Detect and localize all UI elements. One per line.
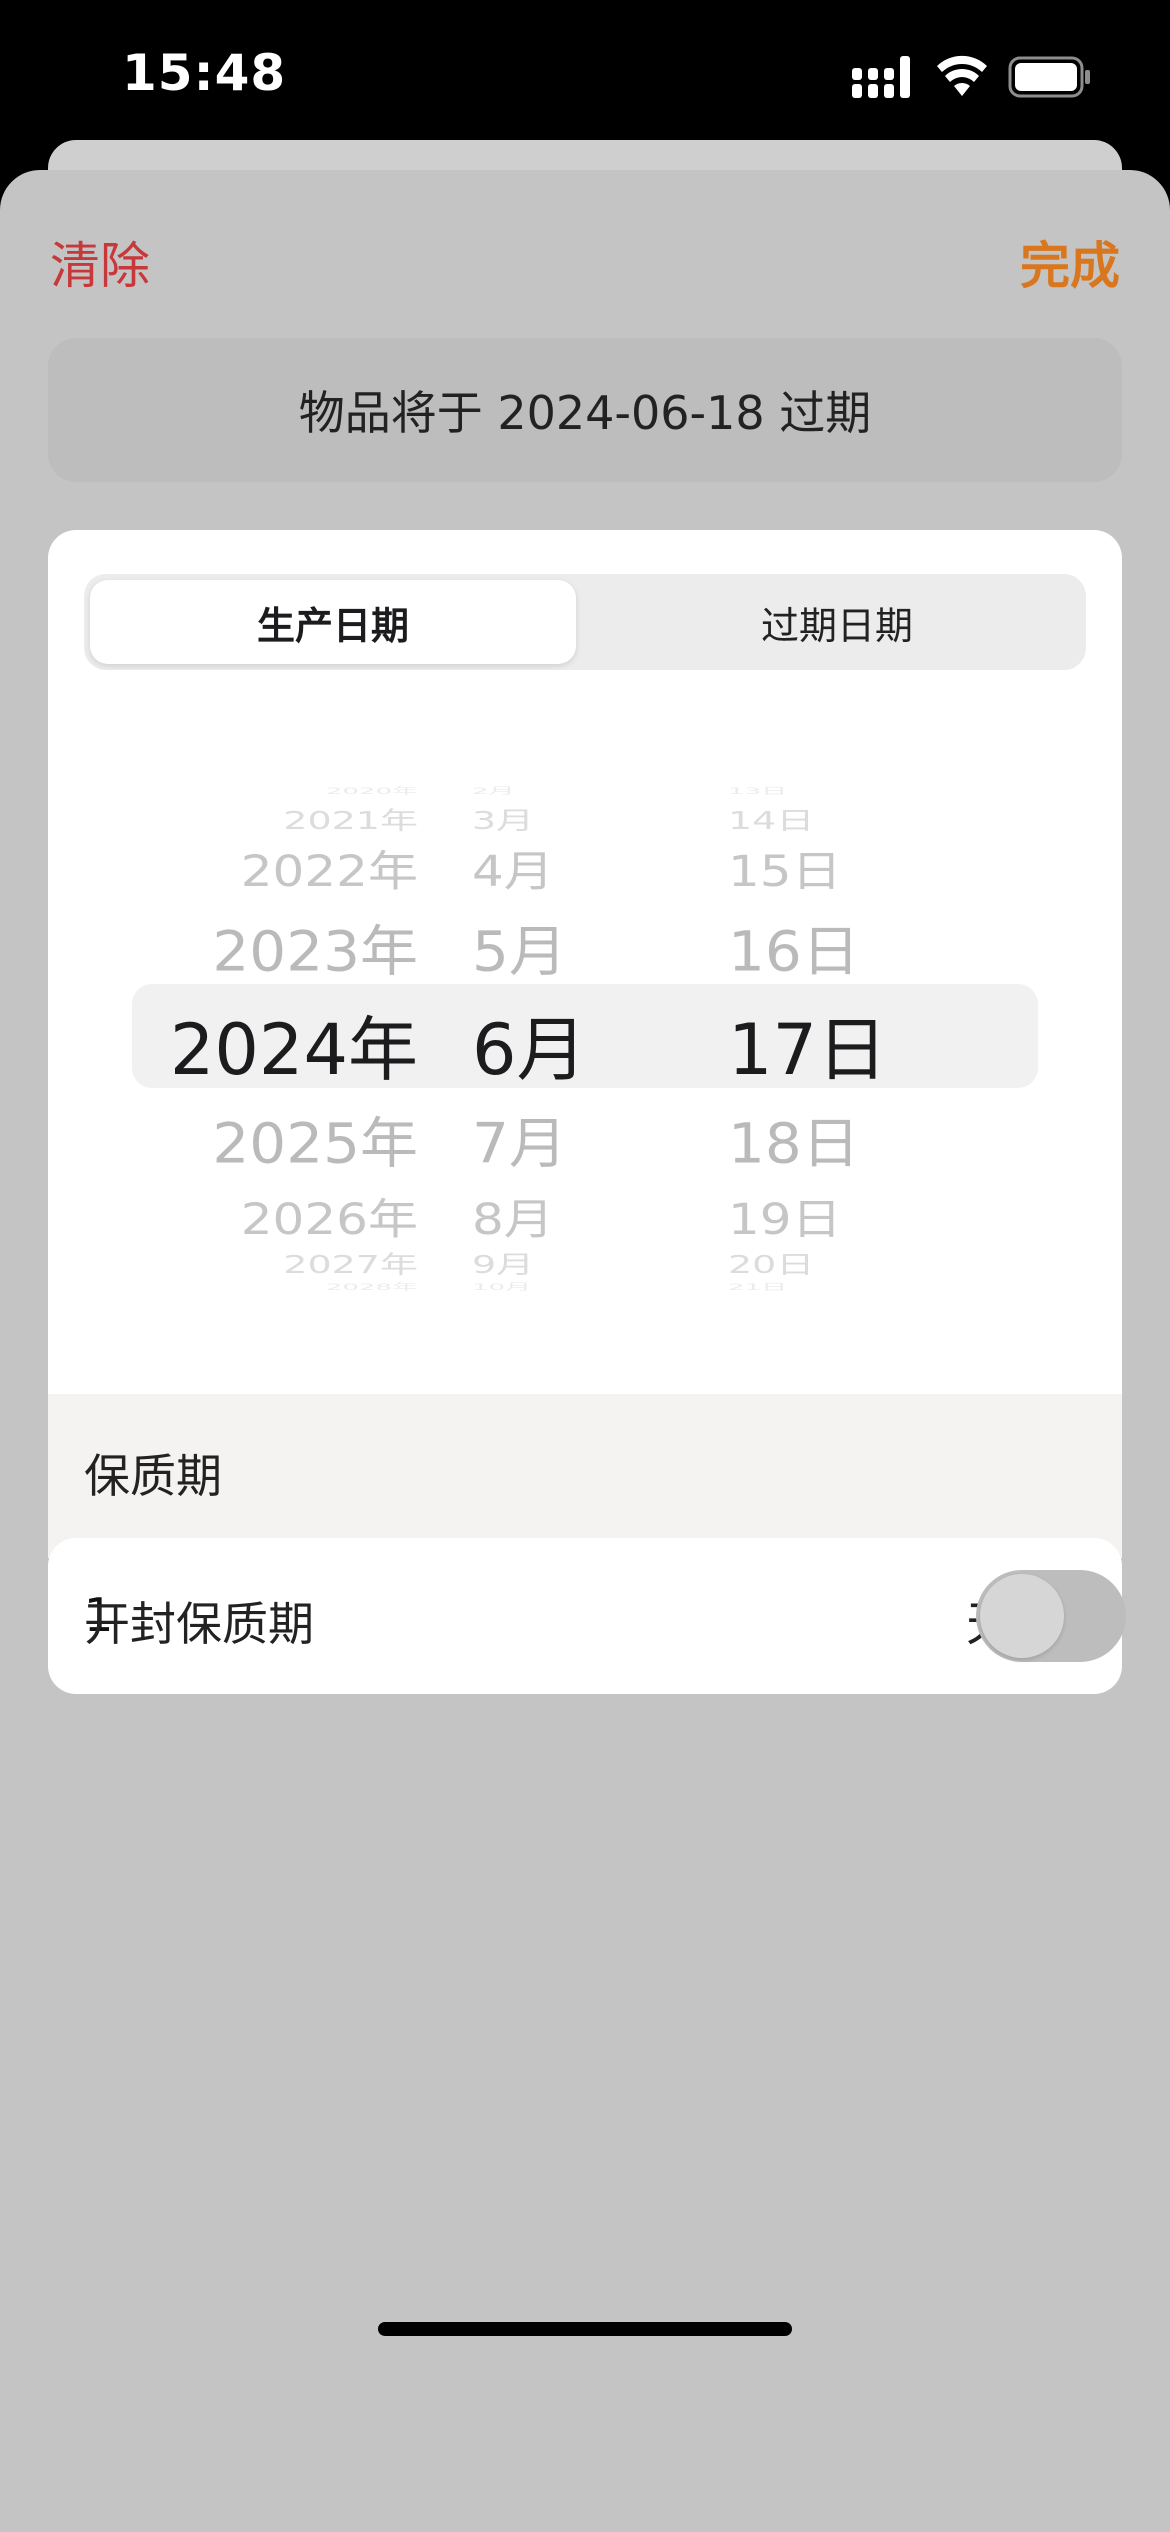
cellular-signal-icon <box>852 56 910 98</box>
status-bar: 15:48 <box>0 0 1170 150</box>
date-type-segmented-control: 生产日期 过期日期 <box>84 574 1086 670</box>
done-button[interactable]: 完成 <box>1020 226 1120 298</box>
month-option[interactable]: 10月 <box>472 1280 531 1294</box>
expiry-info-banner: 物品将于 2024-06-18 过期 <box>48 338 1122 482</box>
wifi-icon <box>937 55 987 96</box>
year-option[interactable]: 2027年 <box>283 1245 418 1281</box>
status-time: 15:48 <box>122 44 287 102</box>
year-option[interactable]: 2026年 <box>241 1185 418 1246</box>
month-option[interactable]: 8月 <box>472 1185 554 1246</box>
day-option[interactable]: 18日 <box>728 1099 860 1179</box>
day-option[interactable]: 21日 <box>728 1280 787 1294</box>
home-indicator <box>378 2322 792 2336</box>
month-option[interactable]: 2月 <box>472 784 515 798</box>
battery-icon <box>1008 56 1090 98</box>
month-option[interactable]: 4月 <box>472 837 554 898</box>
clear-button[interactable]: 清除 <box>50 226 150 298</box>
year-option[interactable]: 2021年 <box>283 801 418 837</box>
day-option[interactable]: 17日 <box>728 994 887 1095</box>
month-option[interactable]: 9月 <box>472 1245 534 1281</box>
day-option[interactable]: 20日 <box>728 1245 814 1281</box>
month-option[interactable]: 5月 <box>472 907 567 987</box>
opened-shelf-life-label: 开封保质期 <box>84 1597 314 1651</box>
day-option[interactable]: 19日 <box>728 1185 842 1246</box>
tab-production-date[interactable]: 生产日期 <box>90 580 576 664</box>
day-option[interactable]: 16日 <box>728 907 860 987</box>
day-option[interactable]: 15日 <box>728 837 842 898</box>
date-sheet: 清除 完成 物品将于 2024-06-18 过期 生产日期 过期日期 2020年… <box>0 170 1170 2532</box>
shelf-life-section: 保质期 <box>48 1394 1122 1558</box>
month-option[interactable]: 6月 <box>472 994 587 1095</box>
toggle-knob <box>980 1574 1064 1658</box>
year-option[interactable]: 2028年 <box>326 1280 418 1294</box>
tab-expiry-date[interactable]: 过期日期 <box>594 580 1080 664</box>
year-option[interactable]: 2023年 <box>212 907 418 987</box>
month-option[interactable]: 3月 <box>472 801 534 837</box>
year-option[interactable]: 2024年 <box>170 994 418 1095</box>
opened-shelf-life-toggle[interactable] <box>976 1570 1126 1662</box>
day-wheel[interactable]: 13日 14日 15日 16日 17日 18日 19日 20日 21日 <box>668 756 948 1296</box>
year-option[interactable]: 2025年 <box>212 1099 418 1179</box>
year-option[interactable]: 2022年 <box>241 837 418 898</box>
year-option[interactable]: 2020年 <box>326 784 418 798</box>
month-wheel[interactable]: 2月 3月 4月 5月 6月 7月 8月 9月 10月 <box>468 756 668 1296</box>
shelf-life-title: 保质期 <box>84 1449 222 1503</box>
year-wheel[interactable]: 2020年 2021年 2022年 2023年 2024年 2025年 2026年 2027年… <box>48 756 468 1296</box>
day-option[interactable]: 13日 <box>728 784 787 798</box>
date-picker-card: 生产日期 过期日期 2020年 2021年 2022年 2023年 2024年 2025年… <box>48 530 1122 1394</box>
day-option[interactable]: 14日 <box>728 801 814 837</box>
month-option[interactable]: 7月 <box>472 1099 567 1179</box>
date-wheel-picker[interactable]: 2020年 2021年 2022年 2023年 2024年 2025年 2026年 2027年… <box>48 756 1122 1296</box>
